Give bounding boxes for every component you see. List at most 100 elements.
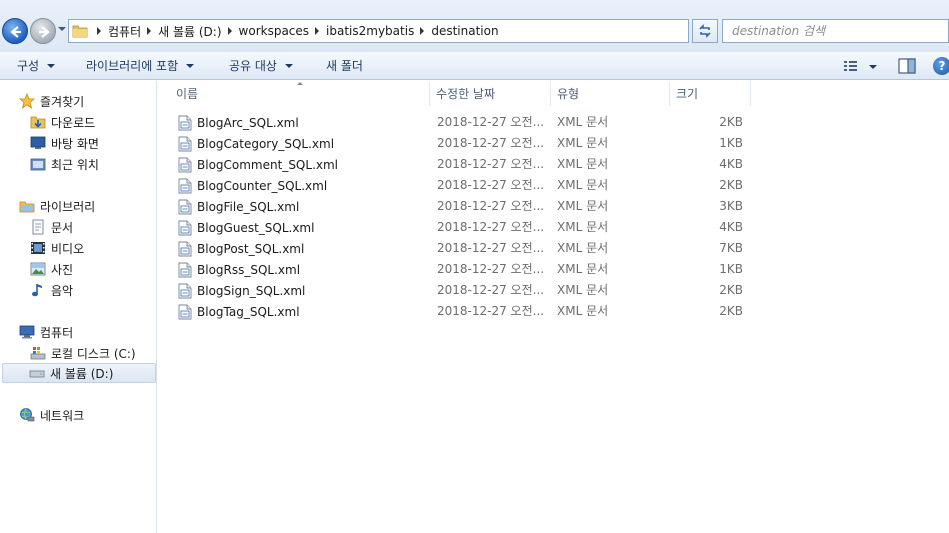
file-name-cell[interactable]: BlogRss_SQL.xml xyxy=(178,259,300,280)
file-name-cell[interactable]: BlogArc_SQL.xml xyxy=(178,112,299,133)
table-row[interactable]: BlogArc_SQL.xml 2018-12-27 오전... XML 문서 2KB xyxy=(158,112,758,133)
nav-recent-places[interactable]: 최근 위치 xyxy=(30,154,99,174)
file-size: 7KB xyxy=(719,241,743,255)
navigation-pane: 즐겨찾기 다운로드 바탕 화면 최근 위치 라이브러리 문서 비디오 사진 음악… xyxy=(0,81,157,533)
column-header-name[interactable]: 이름 xyxy=(171,81,430,106)
recent-pages-chevron-down-icon[interactable] xyxy=(58,27,66,31)
table-row[interactable]: BlogGuest_SQL.xml 2018-12-27 오전... XML 문서 4… xyxy=(158,217,758,238)
nav-libraries[interactable]: 라이브러리 xyxy=(19,196,95,216)
breadcrumb-ibatis2mybatis[interactable]: ibatis2mybatis xyxy=(326,24,414,38)
file-name: BlogTag_SQL.xml xyxy=(197,304,300,319)
network-globe-icon xyxy=(20,408,35,422)
file-name-cell[interactable]: BlogFile_SQL.xml xyxy=(178,196,299,217)
file-size: 1KB xyxy=(719,262,743,276)
nav-network[interactable]: 네트워크 xyxy=(19,405,84,425)
nav-libraries-label: 라이브러리 xyxy=(40,199,96,214)
table-row[interactable]: BlogFile_SQL.xml 2018-12-27 오전... XML 문서 3K… xyxy=(158,196,758,217)
system-drive-icon xyxy=(30,347,46,360)
nav-desktop[interactable]: 바탕 화면 xyxy=(30,133,99,153)
preview-pane-button[interactable] xyxy=(897,57,917,75)
chevron-down-icon xyxy=(47,63,56,68)
nav-favorites[interactable]: 즐겨찾기 xyxy=(19,91,84,111)
file-size: 2KB xyxy=(719,115,743,129)
nav-downloads-label: 다운로드 xyxy=(51,115,96,130)
nav-recent-label: 최근 위치 xyxy=(51,157,99,172)
new-folder-button[interactable]: 새 폴더 xyxy=(326,52,363,79)
help-button[interactable]: ? xyxy=(933,57,949,75)
file-name-cell[interactable]: BlogSign_SQL.xml xyxy=(178,280,305,301)
file-name-cell[interactable]: BlogComment_SQL.xml xyxy=(178,154,338,175)
forward-arrow-icon xyxy=(39,26,50,38)
file-name: BlogSign_SQL.xml xyxy=(197,283,306,298)
star-icon xyxy=(19,93,35,109)
breadcrumb-separator-icon[interactable] xyxy=(147,27,152,35)
back-button[interactable] xyxy=(2,18,28,44)
file-name-cell[interactable]: BlogCategory_SQL.xml xyxy=(178,133,334,154)
file-date: 2018-12-27 오전... xyxy=(437,115,545,129)
folder-icon xyxy=(72,25,88,38)
address-bar[interactable]: 컴퓨터 새 볼륨 (D:) workspaces ibatis2mybatis … xyxy=(68,19,747,43)
breadcrumb-separator-icon[interactable] xyxy=(227,27,232,35)
table-row[interactable]: BlogCategory_SQL.xml 2018-12-27 오전... XML … xyxy=(158,133,758,154)
file-name-cell[interactable]: BlogTag_SQL.xml xyxy=(178,301,300,322)
column-type-label: 유형 xyxy=(557,87,580,101)
forward-button[interactable] xyxy=(30,18,56,44)
nav-new-volume-d[interactable]: 새 볼륨 (D:) xyxy=(2,363,156,383)
chevron-down-icon xyxy=(186,63,195,68)
breadcrumb-workspaces[interactable]: workspaces xyxy=(239,24,310,38)
drive-icon xyxy=(29,370,45,378)
computer-icon xyxy=(19,325,35,339)
file-type: XML 문서 xyxy=(557,115,609,129)
file-name-cell[interactable]: BlogCounter_SQL.xml xyxy=(178,175,327,196)
back-arrow-icon xyxy=(10,26,21,38)
file-type: XML 문서 xyxy=(557,157,609,171)
file-list: 이름 수정한 날짜 유형 크기 BlogArc_SQL.xml 2018-12-2… xyxy=(158,81,949,533)
nav-videos[interactable]: 비디오 xyxy=(30,238,84,258)
table-row[interactable]: BlogRss_SQL.xml 2018-12-27 오전... XML 문서 1KB xyxy=(158,259,758,280)
column-header-size[interactable]: 크기 xyxy=(671,81,751,106)
change-view-button[interactable] xyxy=(842,57,882,75)
breadcrumb-volume-d[interactable]: 새 볼륨 (D:) xyxy=(158,23,221,40)
table-row[interactable]: BlogComment_SQL.xml 2018-12-27 오전... XML 문… xyxy=(158,154,758,175)
breadcrumb-separator-icon[interactable] xyxy=(97,27,101,35)
organize-label: 구성 xyxy=(17,59,40,73)
search-input[interactable] xyxy=(723,20,948,42)
include-in-library-button[interactable]: 라이브러리에 포함 xyxy=(86,52,195,79)
column-header-modified[interactable]: 수정한 날짜 xyxy=(431,81,551,106)
file-name: BlogFile_SQL.xml xyxy=(197,199,300,214)
xml-file-icon xyxy=(178,136,192,151)
nav-documents[interactable]: 문서 xyxy=(30,217,73,237)
table-row[interactable]: BlogSign_SQL.xml 2018-12-27 오전... XML 문서 2K… xyxy=(158,280,758,301)
table-row[interactable]: BlogCounter_SQL.xml 2018-12-27 오전... XML 문… xyxy=(158,175,758,196)
breadcrumb: 컴퓨터 새 볼륨 (D:) workspaces ibatis2mybatis … xyxy=(91,20,499,42)
file-date: 2018-12-27 오전... xyxy=(437,262,545,276)
table-row[interactable]: BlogTag_SQL.xml 2018-12-27 오전... XML 문서 2KB xyxy=(158,301,758,322)
nav-local-disk-c[interactable]: 로컬 디스크 (C:) xyxy=(30,343,136,363)
file-date: 2018-12-27 오전... xyxy=(437,199,545,213)
file-size: 4KB xyxy=(719,157,743,171)
file-name: BlogComment_SQL.xml xyxy=(197,157,339,172)
column-header-type[interactable]: 유형 xyxy=(552,81,670,106)
refresh-button[interactable] xyxy=(692,19,718,43)
breadcrumb-separator-icon[interactable] xyxy=(315,27,320,35)
table-row[interactable]: BlogPost_SQL.xml 2018-12-27 오전... XML 문서 7K… xyxy=(158,238,758,259)
nav-pictures[interactable]: 사진 xyxy=(30,259,73,279)
include-library-label: 라이브러리에 포함 xyxy=(86,59,179,73)
file-name: BlogCounter_SQL.xml xyxy=(197,178,328,193)
xml-file-icon xyxy=(178,115,192,130)
file-name-cell[interactable]: BlogGuest_SQL.xml xyxy=(178,217,314,238)
nav-computer[interactable]: 컴퓨터 xyxy=(19,322,73,342)
xml-file-icon xyxy=(178,220,192,235)
file-date: 2018-12-27 오전... xyxy=(437,283,545,297)
new-folder-label: 새 폴더 xyxy=(326,59,363,73)
file-name-cell[interactable]: BlogPost_SQL.xml xyxy=(178,238,304,259)
file-type: XML 문서 xyxy=(557,283,609,297)
nav-music[interactable]: 음악 xyxy=(30,280,73,300)
share-with-button[interactable]: 공유 대상 xyxy=(229,52,293,79)
search-box[interactable] xyxy=(722,19,949,43)
nav-downloads[interactable]: 다운로드 xyxy=(30,112,95,132)
breadcrumb-separator-icon[interactable] xyxy=(420,27,425,35)
organize-button[interactable]: 구성 xyxy=(17,52,56,79)
breadcrumb-destination[interactable]: destination xyxy=(431,24,498,38)
breadcrumb-computer[interactable]: 컴퓨터 xyxy=(108,23,141,40)
